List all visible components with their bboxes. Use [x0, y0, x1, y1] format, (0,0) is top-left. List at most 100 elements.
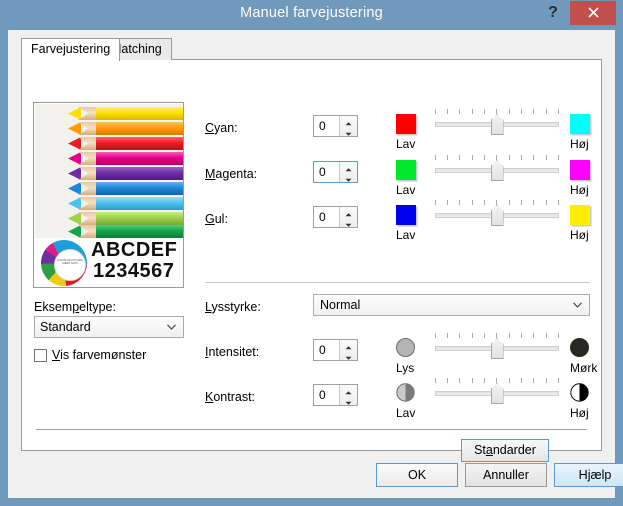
- spinner-up-icon[interactable]: [340, 116, 357, 126]
- intensitet-spinner[interactable]: 0: [313, 339, 358, 361]
- pencil: [68, 212, 183, 225]
- magenta-label-text: Magenta:: [205, 167, 258, 181]
- close-glyph: [587, 7, 599, 18]
- help-button[interactable]: Hjælp: [554, 463, 623, 487]
- standarder-label: Standarder: [474, 443, 536, 457]
- eksempeltype-label-text: Eksempeltype:: [34, 300, 116, 314]
- lysstyrke-dropdown[interactable]: Normal: [313, 294, 590, 316]
- donut-chart-icon: COLOR ADJUST DATA SHEET CMYK: [41, 240, 87, 286]
- manual-color-adjustment-dialog: Manuel farvejustering ? Farvejustering M…: [0, 0, 623, 506]
- gul-high-label: Høj: [570, 228, 589, 242]
- pencil: [68, 122, 183, 135]
- checkbox-box[interactable]: [34, 349, 47, 362]
- magenta-label: Magenta:: [205, 167, 257, 181]
- lysstyrke-label-text: Lysstyrke:: [205, 300, 261, 314]
- gul-slider[interactable]: [435, 200, 559, 228]
- gul-spinner[interactable]: 0: [313, 206, 358, 228]
- bottom-divider: [36, 429, 587, 430]
- slider-thumb[interactable]: [490, 160, 504, 181]
- cyan-spinner[interactable]: 0: [313, 115, 358, 137]
- gul-value: 0: [319, 210, 326, 224]
- help-label: Hjælp: [578, 468, 612, 482]
- cyan-label-text: Cyan:: [205, 121, 238, 135]
- half-gray-circle-icon: [396, 383, 415, 402]
- kontrast-spinner[interactable]: 0: [313, 384, 358, 406]
- pencils-photo: [35, 104, 183, 238]
- pencil: [68, 225, 183, 238]
- intensitet-low-label: Lys: [396, 361, 415, 375]
- slider-thumb[interactable]: [490, 383, 504, 404]
- magenta-low-swatch: [396, 160, 416, 180]
- light-circle-icon: [396, 338, 415, 357]
- ok-button[interactable]: OK: [376, 463, 458, 487]
- kontrast-label-text: Kontrast:: [205, 390, 256, 404]
- gul-low-label: Lav: [396, 228, 416, 242]
- magenta-spinner[interactable]: 0: [313, 161, 358, 183]
- chevron-down-icon: [573, 302, 582, 308]
- spinner-down-icon[interactable]: [340, 395, 357, 405]
- dialog-body: Farvejustering Matching COLOR ADJUST DAT…: [8, 30, 623, 498]
- magenta-high-swatch: [570, 160, 590, 180]
- spinner-buttons[interactable]: [339, 116, 357, 136]
- cyan-slider[interactable]: [435, 109, 559, 137]
- sample-text-numeric: 1234567: [93, 260, 175, 282]
- pencil: [68, 197, 183, 210]
- cancel-label: Annuller: [483, 468, 529, 482]
- eksempeltype-value: Standard: [40, 320, 91, 334]
- spinner-buttons[interactable]: [339, 207, 357, 227]
- sample-text-alpha: ABCDEF: [91, 239, 178, 261]
- tab-page-farvejustering: COLOR ADJUST DATA SHEET CMYK ABCDEF 1234…: [21, 59, 602, 462]
- standarder-button[interactable]: Standarder: [461, 439, 549, 462]
- cancel-button[interactable]: Annuller: [465, 463, 547, 487]
- title-bar[interactable]: Manuel farvejustering ?: [0, 0, 623, 30]
- kontrast-slider[interactable]: [435, 378, 559, 406]
- tab-label: Farvejustering: [31, 42, 111, 56]
- slider-thumb[interactable]: [490, 205, 504, 226]
- gul-label-text: Gul:: [205, 212, 228, 226]
- cyan-high-swatch: [570, 114, 590, 134]
- intensitet-label: Intensitet:: [205, 345, 259, 359]
- pencil: [68, 182, 183, 195]
- question-mark-icon[interactable]: ?: [539, 0, 567, 26]
- pencil: [68, 152, 183, 165]
- half-black-circle-icon: [570, 383, 589, 402]
- close-icon[interactable]: [570, 1, 616, 25]
- intensitet-value: 0: [319, 343, 326, 357]
- kontrast-high-label: Høj: [570, 406, 589, 420]
- spinner-down-icon[interactable]: [340, 126, 357, 136]
- eksempeltype-label: Eksempeltype:: [34, 300, 116, 314]
- gul-label: Gul:: [205, 212, 228, 226]
- spinner-down-icon[interactable]: [340, 217, 357, 227]
- spinner-buttons[interactable]: [339, 340, 357, 360]
- preview-image: COLOR ADJUST DATA SHEET CMYK ABCDEF 1234…: [33, 102, 184, 288]
- section-divider: [205, 282, 590, 283]
- intensitet-label-text: Intensitet:: [205, 345, 260, 359]
- cyan-low-swatch: [396, 114, 416, 134]
- spinner-up-icon[interactable]: [340, 162, 357, 172]
- tab-farvejustering[interactable]: Farvejustering: [21, 38, 121, 61]
- magenta-high-label: Høj: [570, 183, 589, 197]
- ok-label: OK: [407, 468, 427, 482]
- spinner-up-icon[interactable]: [340, 385, 357, 395]
- eksempeltype-dropdown[interactable]: Standard: [34, 316, 184, 338]
- spinner-buttons[interactable]: [339, 385, 357, 405]
- spinner-down-icon[interactable]: [340, 350, 357, 360]
- slider-thumb[interactable]: [490, 114, 504, 135]
- pencil: [68, 107, 183, 120]
- cyan-value: 0: [319, 119, 326, 133]
- kontrast-label: Kontrast:: [205, 390, 255, 404]
- cyan-low-label: Lav: [396, 137, 416, 151]
- spinner-up-icon[interactable]: [340, 340, 357, 350]
- paper-edge: [35, 104, 68, 238]
- spinner-buttons[interactable]: [339, 162, 357, 182]
- lysstyrke-label: Lysstyrke:: [205, 300, 261, 314]
- intensitet-slider[interactable]: [435, 333, 559, 361]
- checkbox-label: Vis farvemønster: [52, 348, 147, 362]
- magenta-slider[interactable]: [435, 155, 559, 183]
- slider-thumb[interactable]: [490, 338, 504, 359]
- spinner-down-icon[interactable]: [340, 172, 357, 182]
- dark-circle-icon: [570, 338, 589, 357]
- lysstyrke-value: Normal: [320, 298, 361, 312]
- donut-center-text: COLOR ADJUST DATA SHEET CMYK: [57, 259, 83, 266]
- spinner-up-icon[interactable]: [340, 207, 357, 217]
